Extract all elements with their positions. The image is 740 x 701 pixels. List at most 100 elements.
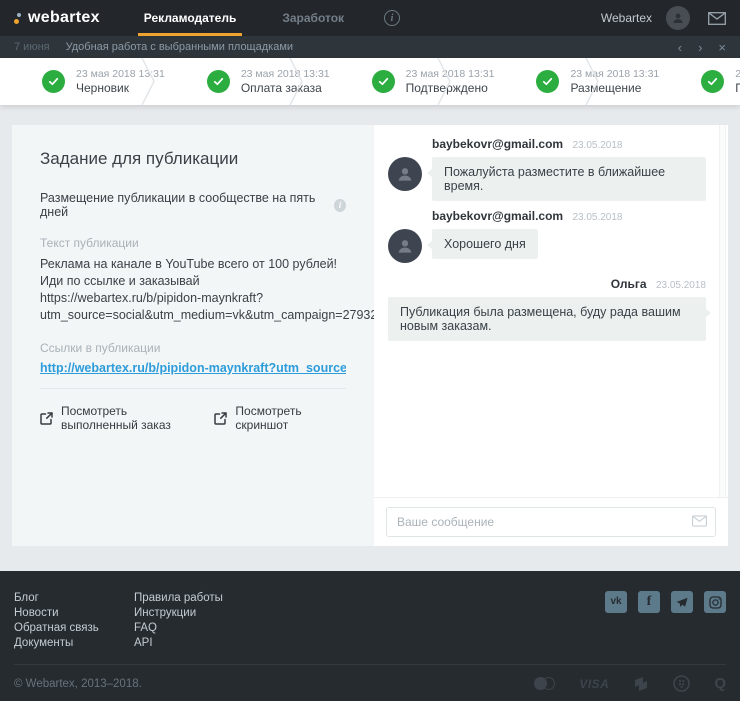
mastercard-icon [534,677,555,690]
notice-controls: ‹ › × [662,41,726,54]
publication-link[interactable]: http://webartex.ru/b/pipidon-maynkraft?u… [40,361,346,375]
footer-link-feedback[interactable]: Обратная связь [14,621,134,636]
check-icon [536,70,559,93]
view-screenshot-link[interactable]: Посмотреть скриншот [214,404,322,432]
logo[interactable]: webartex [14,0,100,36]
footer-link-faq[interactable]: FAQ [134,621,223,636]
timeline-step-placement: 23 мая 2018 13:31 Размещение [494,58,659,105]
message-row: Хорошего дня [388,229,706,263]
footer-link-api[interactable]: API [134,636,223,651]
chat-input-bar [374,497,728,546]
notice-text: Удобная работа с выбранными площадками [66,41,293,53]
logo-text: webartex [28,9,100,27]
check-icon [42,70,65,93]
header-right: Webartex [601,0,726,36]
notice-date: 7 июня [14,41,50,53]
external-link-icon [40,412,53,425]
check-icon [372,70,395,93]
external-link-icon [214,412,227,425]
subtitle-info-glyph: i [339,200,342,210]
copyright: © Webartex, 2013–2018. [14,678,142,690]
message-header: baybekovr@gmail.com 23.05.2018 [432,209,706,223]
message-author: baybekovr@gmail.com [432,137,563,151]
timeline-chevron-separator [585,58,599,105]
facebook-icon[interactable]: f [638,591,660,613]
tab-advertiser[interactable]: Рекламодатель [138,0,243,36]
footer: Блог Новости Обратная связь Документы Пр… [0,571,740,701]
footer-link-instructions[interactable]: Инструкции [134,606,223,621]
person-icon [397,166,413,182]
timeline-step-final-confirmed: 23 мая 2018 20:48 Подтверждено [659,58,740,105]
tab-earnings[interactable]: Заработок [276,0,350,36]
message-row: Пожалуйста разместите в ближайшее время. [388,157,706,201]
step-date: 23 мая 2018 13:31 [570,67,659,81]
person-icon [672,12,684,24]
message-date: 23.05.2018 [572,212,622,223]
timeline-chevron-separator [141,58,155,105]
tab-earnings-label: Заработок [282,11,344,25]
step-date: 23 мая 2018 13:31 [241,67,330,81]
view-screenshot-label: Посмотреть скриншот [235,404,322,432]
info-icon-glyph: i [391,13,394,24]
instagram-icon[interactable] [704,591,726,613]
notice-bar: 7 июня Удобная работа с выбранными площа… [0,36,740,58]
footer-link-blog[interactable]: Блог [14,591,134,606]
prev-notice-icon[interactable]: ‹ [678,41,682,54]
task-actions: Посмотреть выполненный заказ Посмотреть … [40,404,346,432]
account-name[interactable]: Webartex [601,11,652,25]
top-header: webartex Рекламодатель Заработок i Webar… [0,0,740,36]
step-date: 23 мая 2018 20:48 [735,67,740,81]
task-divider [40,388,346,389]
task-panel: Задание для публикации Размещение публик… [12,125,374,546]
footer-link-news[interactable]: Новости [14,606,134,621]
chat-panel: baybekovr@gmail.com 23.05.2018 Пожалуйст… [374,125,728,546]
timeline-chevron-separator [437,58,451,105]
footer-links-column-2: Правила работы Инструкции FAQ API [134,591,223,651]
publication-text: Реклама на канале в YouTube всего от 100… [40,256,346,324]
footer-link-rules[interactable]: Правила работы [134,591,223,606]
view-completed-order-label: Посмотреть выполненный заказ [61,404,190,432]
message-row: Публикация была размещена, буду рада ваш… [388,297,706,341]
tab-advertiser-label: Рекламодатель [144,11,237,25]
check-icon [701,70,724,93]
user-avatar[interactable] [666,6,690,30]
publication-links-label: Ссылки в публикации [40,341,346,355]
timeline-step-confirmed: 23 мая 2018 13:31 Подтверждено [330,58,495,105]
step-label: Оплата заказа [241,81,330,96]
sender-avatar [388,229,422,263]
close-notice-icon[interactable]: × [718,41,726,54]
timeline-step-payment: 23 мая 2018 13:31 Оплата заказа [165,58,330,105]
send-message-icon[interactable] [692,515,707,527]
chat-scrollbar[interactable] [719,125,726,497]
envelope-icon [708,12,726,25]
next-notice-icon[interactable]: › [698,41,702,54]
message-author: Ольга [611,277,647,291]
footer-social: vk f [594,591,726,651]
person-icon [397,238,413,254]
order-status-timeline: 23 мая 2018 13:31 Черновик 23 мая 2018 1… [0,58,740,105]
footer-link-documents[interactable]: Документы [14,636,134,651]
vk-icon[interactable]: vk [605,591,627,613]
telegram-icon[interactable] [671,591,693,613]
chat-messages: baybekovr@gmail.com 23.05.2018 Пожалуйст… [374,125,728,497]
check-icon [207,70,230,93]
info-icon[interactable]: i [384,10,400,26]
message-date: 23.05.2018 [656,280,706,291]
timeline-chevron-separator [289,58,303,105]
yandex-money-icon [633,676,649,692]
task-subtitle-row: Размещение публикации в сообществе на пя… [40,191,346,219]
logo-dots-icon [14,13,21,24]
message-bubble: Хорошего дня [432,229,538,259]
subtitle-info-icon[interactable]: i [334,199,346,212]
sender-avatar [388,157,422,191]
message-author: baybekovr@gmail.com [432,209,563,223]
view-completed-order-link[interactable]: Посмотреть выполненный заказ [40,404,190,432]
mail-icon[interactable] [708,12,726,25]
message-date: 23.05.2018 [572,140,622,151]
step-label: Размещение [570,81,659,96]
publication-text-label: Текст публикации [40,236,346,250]
step-label: Подтверждено [735,81,740,96]
message-bubble: Публикация была размещена, буду рада ваш… [388,297,706,341]
main-nav: Рекламодатель Заработок i [138,0,400,36]
message-input[interactable] [386,507,716,537]
